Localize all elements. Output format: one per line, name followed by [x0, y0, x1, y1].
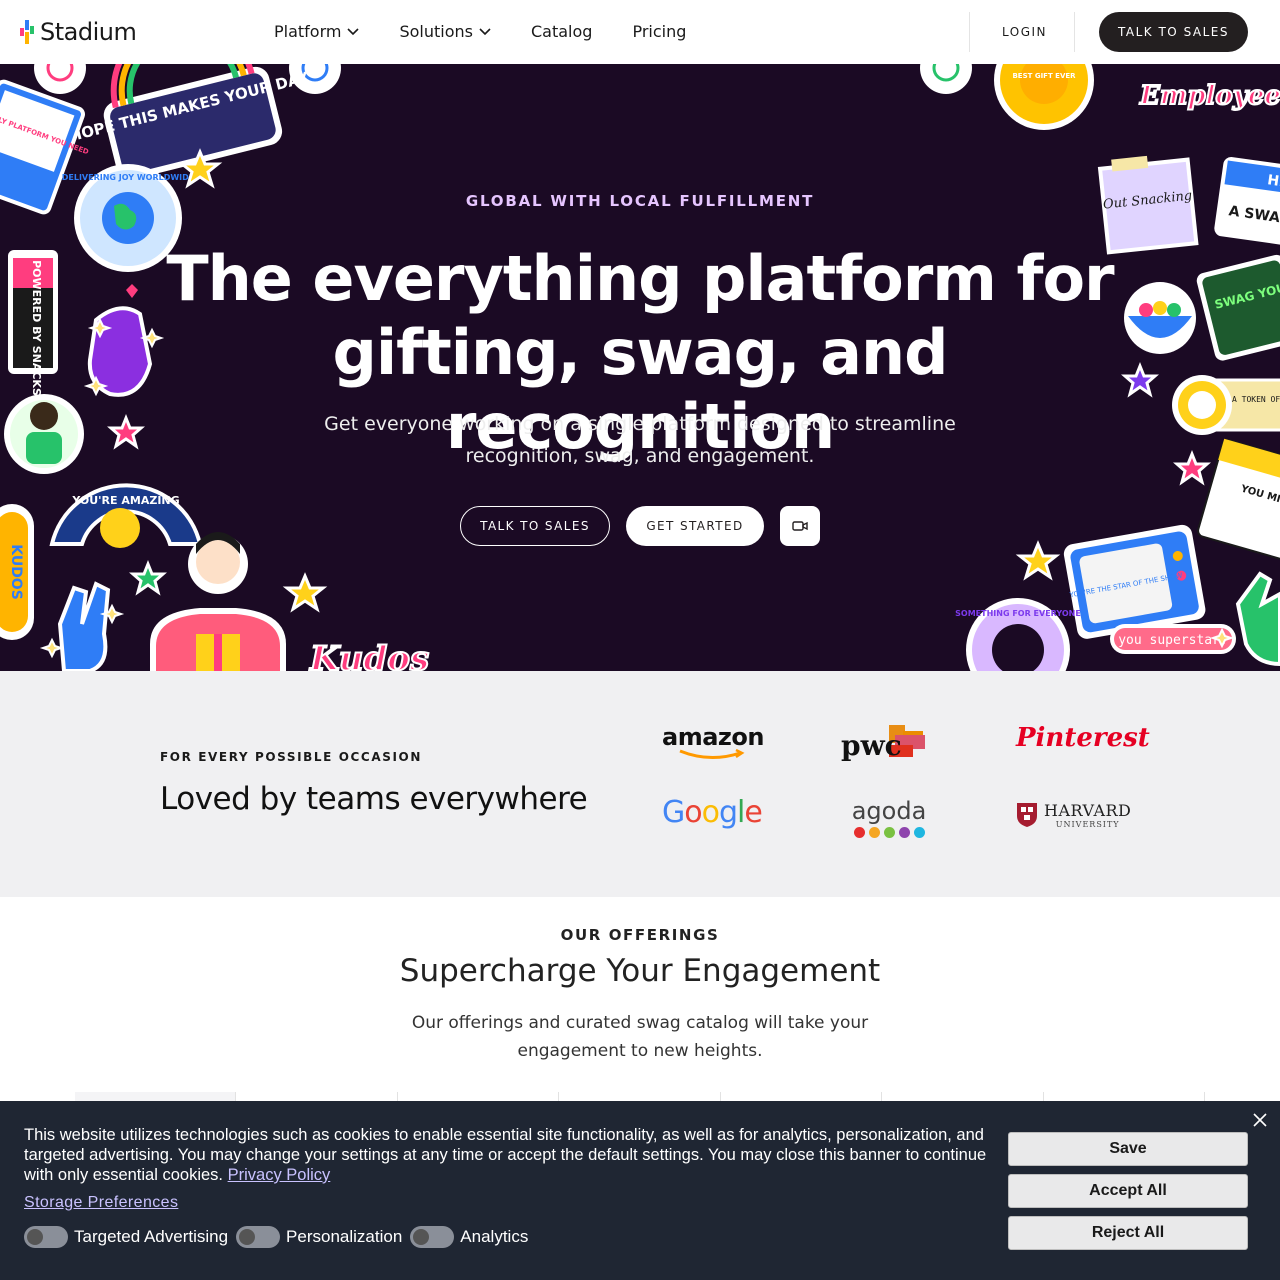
talk-to-sales-nav-button[interactable]: TALK TO SALES [1099, 12, 1248, 52]
amazon-smile-icon [679, 749, 745, 759]
empowerment-sticker: Employee Empowerment [1138, 80, 1280, 112]
hero-eyebrow: GLOBAL WITH LOCAL FULFILLMENT [465, 192, 815, 210]
best-gift-text: BEST GIFT EVER [1012, 72, 1076, 80]
save-button[interactable]: Save [1008, 1132, 1248, 1166]
toggle-switch[interactable] [24, 1226, 68, 1248]
cookie-toggles: Targeted Advertising Personalization Ana… [24, 1226, 536, 1248]
video-camera-icon [792, 521, 808, 531]
stadium-round-sticker [34, 64, 86, 94]
green-hand-sticker [1235, 571, 1280, 667]
storage-preferences-link[interactable]: Storage Preferences [24, 1194, 178, 1212]
star-sticker [129, 559, 167, 596]
privacy-policy-link[interactable]: Privacy Policy [228, 1166, 331, 1184]
nav-divider [969, 12, 970, 52]
agoda-wordmark: agoda [851, 797, 927, 825]
get-started-button[interactable]: GET STARTED [626, 506, 764, 546]
amazon-logo: amazon [662, 723, 764, 759]
reject-all-button[interactable]: Reject All [1008, 1216, 1248, 1250]
token-text: A TOKEN OF APPRECIATION [1232, 395, 1280, 404]
logos-title: Loved by teams everywhere [160, 781, 588, 817]
accept-all-button[interactable]: Accept All [1008, 1174, 1248, 1208]
something-text: SOMETHING FOR EVERYONE [955, 609, 1081, 618]
toggle-analytics[interactable]: Analytics [410, 1226, 528, 1248]
harvard-wordmark: HARVARD [1044, 801, 1132, 820]
logo-text: Stadium [40, 18, 137, 46]
agoda-logo: agoda [849, 797, 929, 838]
toggle-switch[interactable] [410, 1226, 455, 1248]
toggle-label: Personalization [286, 1227, 403, 1246]
tv-sticker: YOU'RE THE STAR OF THE SHOW [1063, 524, 1206, 639]
star-sticker [1173, 449, 1211, 486]
swag-sticker: SWAG YOU'LL WANT TO KEEP [1196, 250, 1280, 361]
talk-to-sales-button[interactable]: TALK TO SALES [460, 506, 610, 546]
pwc-logo: pwc [841, 725, 937, 762]
something-sticker: SOMETHING FOR EVERYONE [955, 598, 1081, 671]
login-link[interactable]: LOGIN [1002, 25, 1047, 39]
star-sticker [1015, 540, 1061, 581]
avatar-sticker [4, 394, 84, 474]
battery-sticker: POWERED BY SNACKS [8, 250, 58, 396]
best-gift-sticker: BEST GIFT EVER [994, 64, 1094, 130]
superstar-text: you superstar! [1118, 633, 1228, 648]
toggle-switch[interactable] [236, 1226, 281, 1248]
nav-pricing-label: Pricing [632, 22, 687, 41]
offerings-subtitle: Our offerings and curated swag catalog w… [411, 1013, 869, 1061]
toggle-label: Targeted Advertising [74, 1227, 229, 1246]
logos-section: FOR EVERY POSSIBLE OCCASION Loved by tea… [0, 671, 1280, 897]
globe-text: DELIVERING JOY WORLDWIDE [62, 173, 195, 182]
stadium-logo-icon [20, 20, 34, 44]
chevron-down-icon [347, 27, 360, 35]
toggle-targeted-advertising[interactable]: Targeted Advertising [24, 1226, 228, 1248]
harvard-sub: UNIVERSITY [1055, 820, 1120, 829]
empowerment-text: Employee Empowerment [1139, 81, 1280, 111]
google-logo: Google [662, 795, 763, 830]
man-gift-sticker [150, 532, 286, 671]
amazon-wordmark: amazon [662, 723, 764, 751]
agoda-dots [849, 827, 929, 838]
cookie-message: This website utilizes technologies such … [24, 1126, 987, 1184]
logos-eyebrow: FOR EVERY POSSIBLE OCCASION [160, 750, 422, 764]
nav-catalog-label: Catalog [531, 22, 593, 41]
hero-subtitle: Get everyone working on a single platfor… [324, 413, 956, 467]
candy-bowl-sticker [1124, 282, 1196, 354]
top-navigation: Stadium Platform Solutions Catalog Prici… [0, 0, 1280, 64]
nav-pricing[interactable]: Pricing [632, 22, 686, 41]
pwc-wordmark: pwc [841, 729, 902, 762]
nav-solutions[interactable]: Solutions [399, 22, 491, 41]
kudos-sticker: Kudos [308, 638, 430, 671]
cookie-banner: This website utilizes technologies such … [0, 1101, 1280, 1280]
amazing-text: YOU'RE AMAZING [71, 494, 179, 507]
nav-catalog[interactable]: Catalog [531, 22, 592, 41]
nav-solutions-label: Solutions [399, 22, 473, 41]
amazing-sticker: YOU'RE AMAZING [49, 483, 203, 548]
battery-text: POWERED BY SNACKS [30, 260, 43, 396]
harvard-shield-icon [1017, 803, 1037, 827]
peace-hand-sticker [57, 581, 111, 671]
token-sticker: A TOKEN OF APPRECIATION [1172, 375, 1280, 435]
offerings-eyebrow: OUR OFFERINGS [560, 926, 720, 944]
toggle-label: Analytics [460, 1227, 529, 1246]
cookie-text-block: This website utilizes technologies such … [24, 1125, 994, 1185]
hero-section: HOPE THIS MAKES YOUR DAY THE ONLY PLATFO… [0, 64, 1280, 671]
nav-platform[interactable]: Platform [274, 22, 360, 41]
offerings-title: Supercharge Your Engagement [399, 953, 881, 989]
nav-divider [1074, 12, 1075, 52]
kudos-text: Kudos [309, 639, 429, 671]
kudos-side-text: KUDOS [8, 544, 24, 600]
star-sticker [107, 413, 145, 450]
nav-platform-label: Platform [274, 22, 342, 41]
pinterest-logo: Pinterest [1016, 723, 1150, 753]
star-sticker [282, 572, 328, 613]
harvard-logo: HARVARD UNIVERSITY [1016, 801, 1131, 829]
toggle-personalization[interactable]: Personalization [236, 1226, 402, 1248]
stadium-round-sticker [920, 64, 972, 94]
kudos-side-sticker: KUDOS [0, 504, 34, 640]
stadium-logo[interactable]: Stadium [20, 18, 137, 46]
purple-hand-sticker [87, 284, 153, 397]
watch-video-button[interactable] [780, 506, 820, 546]
close-icon[interactable] [1250, 1112, 1270, 1132]
chevron-down-icon [479, 27, 491, 35]
